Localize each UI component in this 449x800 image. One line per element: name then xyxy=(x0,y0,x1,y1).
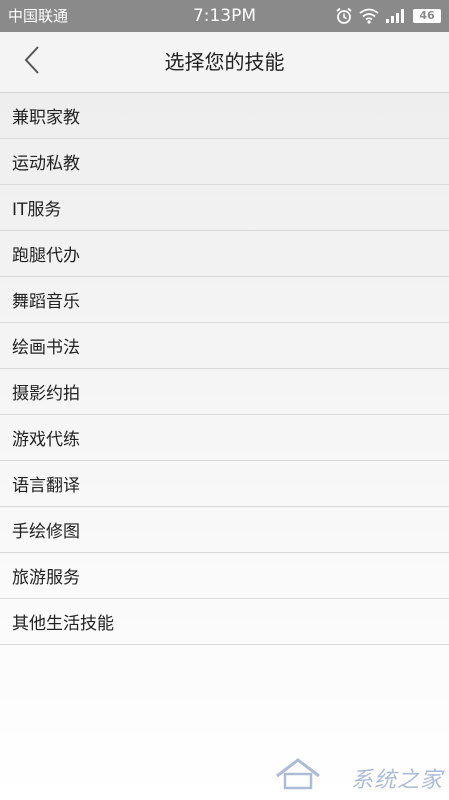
watermark-text: 系统之家 xyxy=(350,768,443,793)
watermark-house-icon xyxy=(276,758,320,790)
wifi-icon xyxy=(359,8,379,24)
alarm-icon xyxy=(335,7,353,25)
skill-list: 兼职家教 运动私教 IT服务 跑腿代办 舞蹈音乐 绘画书法 摄影约拍 游戏代练 … xyxy=(0,93,449,645)
skill-item-painting-calligraphy[interactable]: 绘画书法 xyxy=(0,323,449,369)
skill-item-photo-retouch[interactable]: 手绘修图 xyxy=(0,507,449,553)
watermark-logo: 系统之家 xyxy=(273,756,443,793)
skill-item-photography[interactable]: 摄影约拍 xyxy=(0,369,449,415)
skill-item-errands[interactable]: 跑腿代办 xyxy=(0,231,449,277)
skill-item-tutoring[interactable]: 兼职家教 xyxy=(0,93,449,139)
signal-icon xyxy=(385,8,407,24)
skill-item-translation[interactable]: 语言翻译 xyxy=(0,461,449,507)
status-icons: 46 xyxy=(335,6,441,26)
skill-item-dance-music[interactable]: 舞蹈音乐 xyxy=(0,277,449,323)
header: 选择您的技能 xyxy=(0,32,449,93)
status-bar: 中国联通 7:13PM 46 xyxy=(0,0,449,32)
skill-item-sports-coach[interactable]: 运动私教 xyxy=(0,139,449,185)
page-title: 选择您的技能 xyxy=(164,50,285,74)
skill-item-game-boosting[interactable]: 游戏代练 xyxy=(0,415,449,461)
skill-item-it-service[interactable]: IT服务 xyxy=(0,185,449,231)
skill-item-travel-service[interactable]: 旅游服务 xyxy=(0,553,449,599)
skill-item-other-skills[interactable]: 其他生活技能 xyxy=(0,599,449,645)
battery-icon: 46 xyxy=(413,9,441,23)
